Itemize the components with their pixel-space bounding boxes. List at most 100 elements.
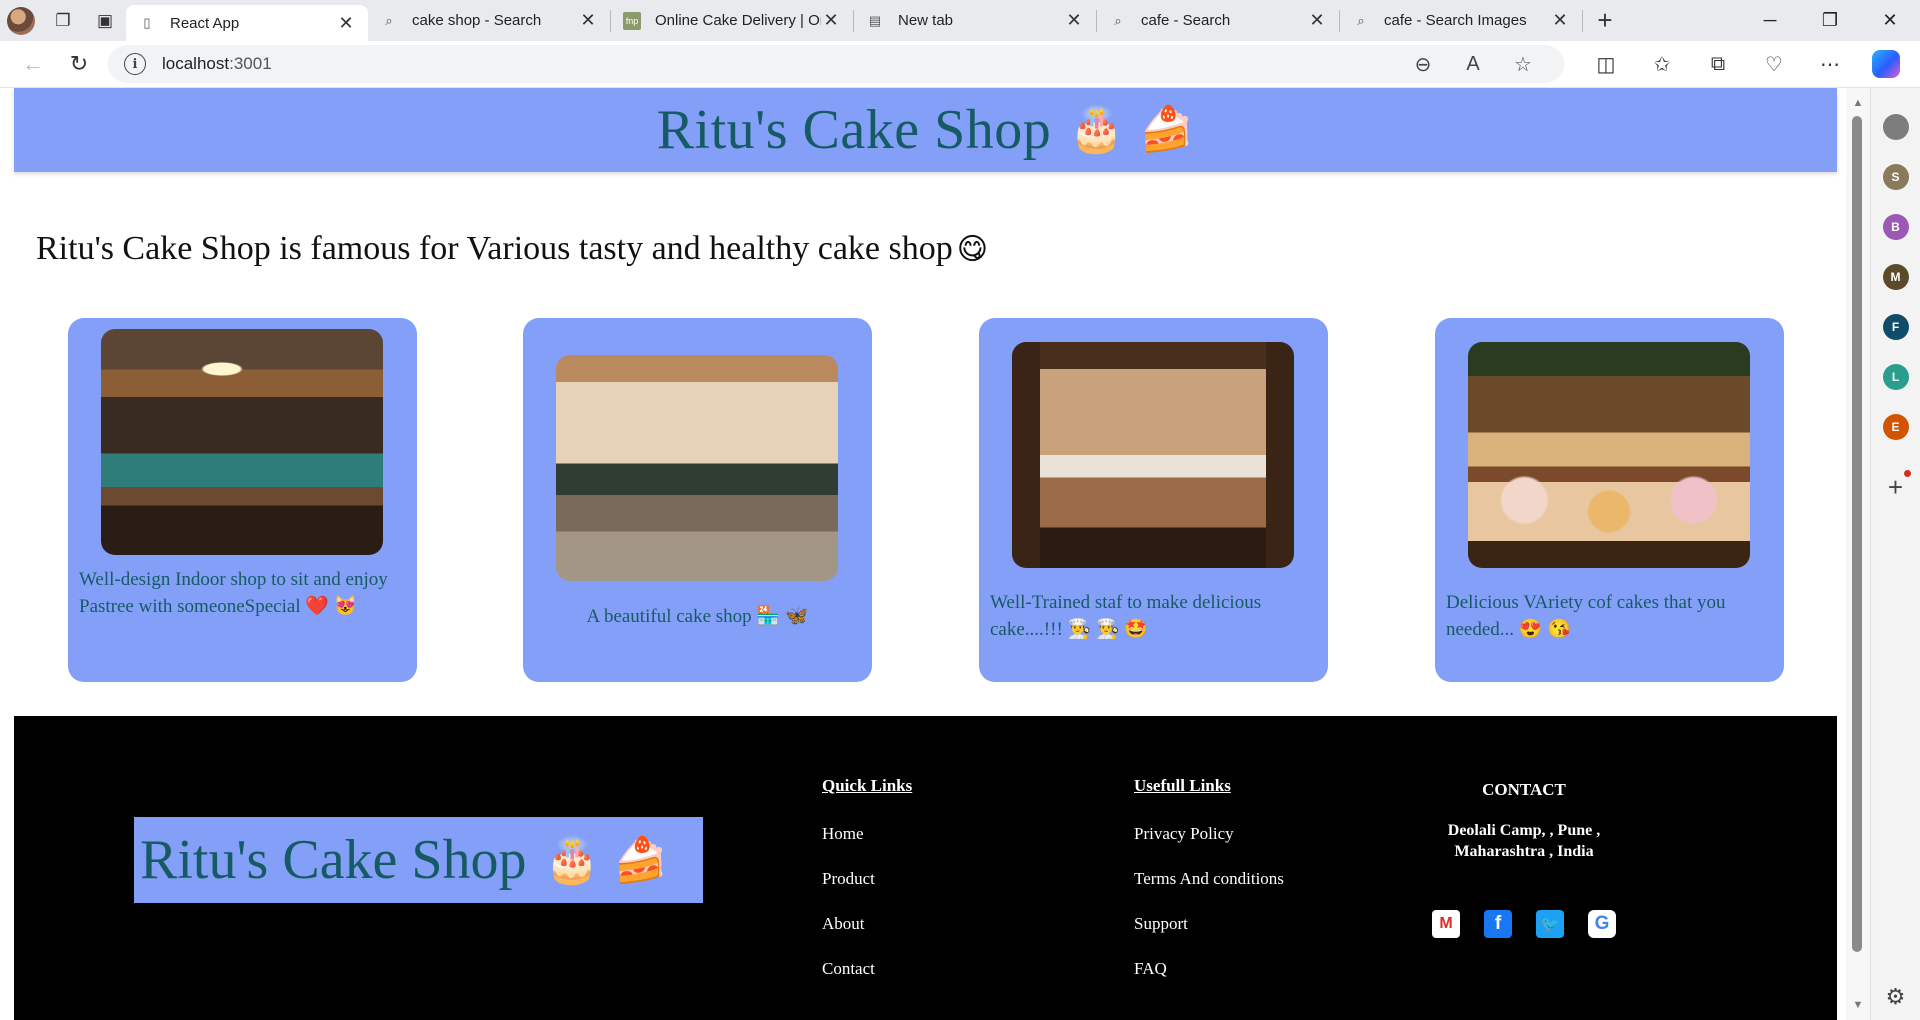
yum-emoji-icon: 😋 — [956, 232, 989, 267]
tab-title: cafe - Search — [1141, 12, 1231, 29]
page-icon: ▯ — [143, 15, 151, 30]
copilot-button[interactable] — [1858, 44, 1914, 84]
search-icon: ⌕ — [385, 12, 393, 28]
tagline: Ritu's Cake Shop is famous for Various t… — [36, 230, 988, 268]
card-caption: Well-Trained staf to make delicious cake… — [990, 592, 1262, 640]
sidebar-settings-icon[interactable]: ⚙ — [1886, 984, 1906, 1010]
site-title-text: Ritu's Cake Shop — [656, 99, 1052, 161]
split-screen-icon[interactable]: ◫ — [1578, 44, 1634, 84]
add-sidebar-app-icon[interactable]: + — [1888, 470, 1912, 503]
footer-link-privacy[interactable]: Privacy Policy — [1134, 824, 1284, 844]
favorites-icon[interactable]: ✩ — [1634, 44, 1690, 84]
more-options-icon[interactable]: ⋯ — [1802, 44, 1858, 84]
newtab-icon: ▤ — [868, 12, 882, 28]
tab-title: New tab — [898, 12, 954, 29]
avatar — [7, 6, 35, 35]
card-caption: Delicious VAriety cof cakes that you nee… — [1446, 592, 1726, 640]
browser-essentials-icon[interactable]: ♡ — [1746, 44, 1802, 84]
footer-link-support[interactable]: Support — [1134, 914, 1284, 934]
window-controls: ─ ❐ ✕ — [1740, 0, 1920, 41]
useful-links-heading[interactable]: Usefull Links — [1134, 776, 1284, 796]
sidebar-profile-2[interactable]: B — [1882, 214, 1909, 240]
quick-links-heading[interactable]: Quick Links — [822, 776, 912, 796]
tab-title: React App — [170, 14, 240, 32]
tab-online-cake-delivery[interactable]: fnp Online Cake Delivery | Or ✕ — [611, 0, 853, 41]
cafe-interior-image — [101, 329, 383, 555]
tab-new-tab[interactable]: ▤ New tab ✕ — [854, 0, 1096, 41]
tab-title: Online Cake Delivery | Or — [655, 12, 821, 29]
close-icon[interactable]: ✕ — [578, 10, 598, 31]
copilot-icon — [1872, 50, 1900, 78]
address-bar[interactable]: i localhost:3001 ⊖ A ☆ — [108, 45, 1564, 83]
tab-cake-shop-search[interactable]: ⌕ cake shop - Search ✕ — [368, 0, 610, 41]
footer-brand: Ritu's Cake Shop 🎂 🍰 — [134, 817, 703, 903]
new-tab-button[interactable]: + — [1583, 0, 1627, 41]
tab-title: cafe - Search Images — [1384, 12, 1527, 29]
cake-display-image — [1468, 342, 1750, 568]
useful-links-column: Usefull Links Privacy Policy Terms And c… — [1134, 776, 1284, 1004]
card-caption: A beautiful cake shop 🏪 🦋 — [586, 606, 809, 627]
contact-column: CONTACT Deolali Camp, , Pune , Maharasht… — [1404, 780, 1644, 938]
close-icon[interactable]: ✕ — [821, 10, 841, 31]
close-icon[interactable]: ✕ — [1550, 10, 1570, 31]
sidebar-profile-1[interactable]: S — [1882, 164, 1909, 190]
tab-react-app[interactable]: ▯ React App ✕ — [126, 5, 368, 41]
zoom-out-icon[interactable]: ⊖ — [1398, 45, 1448, 83]
cake-emoji-icons: 🎂 🍰 — [544, 835, 669, 886]
browser-tab-bar: ❐ ▣ ▯ React App ✕ ⌕ cake shop - Search ✕… — [0, 0, 1920, 41]
sidebar-profile-6[interactable]: E — [1882, 414, 1909, 440]
contact-heading: CONTACT — [1482, 780, 1566, 799]
workspaces-icon[interactable]: ❐ — [42, 0, 84, 41]
scroll-down-arrow[interactable]: ▼ — [1846, 994, 1870, 1016]
profile-button[interactable] — [0, 0, 42, 41]
scroll-up-arrow[interactable]: ▲ — [1846, 92, 1870, 114]
sidebar-profile-4[interactable]: F — [1882, 314, 1909, 340]
back-button[interactable]: ← — [10, 44, 56, 84]
fnp-favicon: fnp — [623, 11, 641, 30]
url-host: localhost — [162, 54, 230, 73]
footer-link-contact[interactable]: Contact — [822, 959, 912, 979]
card-beautiful-shop: A beautiful cake shop 🏪 🦋 — [523, 318, 872, 682]
site-title: Ritu's Cake Shop 🎂 🍰 — [657, 98, 1195, 162]
google-icon[interactable]: G — [1588, 910, 1616, 938]
refresh-button[interactable]: ↻ — [56, 44, 102, 84]
search-icon: ⌕ — [1114, 12, 1122, 28]
scrollbar-thumb[interactable] — [1852, 116, 1862, 952]
close-window-button[interactable]: ✕ — [1860, 0, 1920, 41]
url-text[interactable]: localhost:3001 — [162, 54, 1398, 74]
tab-cafe-search-images[interactable]: ⌕ cafe - Search Images ✕ — [1340, 0, 1582, 41]
footer-link-about[interactable]: About — [822, 914, 912, 934]
read-aloud-icon[interactable]: A — [1448, 45, 1498, 83]
sidebar-profile-3[interactable]: M — [1882, 264, 1909, 290]
browser-sidebar: S B M F L E + ⚙ — [1870, 88, 1920, 1020]
quick-links-column: Quick Links Home Product About Contact — [822, 776, 912, 1004]
close-icon[interactable]: ✕ — [336, 13, 356, 34]
site-footer: Ritu's Cake Shop 🎂 🍰 Quick Links Home Pro… — [14, 716, 1837, 1020]
sidebar-profile-5[interactable]: L — [1882, 364, 1909, 390]
tab-actions-icon[interactable]: ▣ — [84, 0, 126, 41]
minimize-button[interactable]: ─ — [1740, 0, 1800, 41]
close-icon[interactable]: ✕ — [1064, 10, 1084, 31]
close-icon[interactable]: ✕ — [1307, 10, 1327, 31]
facebook-icon[interactable]: f — [1484, 910, 1512, 938]
footer-link-product[interactable]: Product — [822, 869, 912, 889]
card-caption: Well-design Indoor shop to sit and enjoy… — [79, 569, 388, 617]
restore-button[interactable]: ❐ — [1800, 0, 1860, 41]
sidebar-profile-0[interactable] — [1882, 114, 1909, 140]
tab-cafe-search[interactable]: ⌕ cafe - Search ✕ — [1097, 0, 1339, 41]
footer-link-home[interactable]: Home — [822, 824, 912, 844]
shop-street-image — [556, 355, 838, 581]
footer-brand-title: Ritu's Cake Shop — [140, 829, 527, 891]
site-info-icon[interactable]: i — [124, 53, 146, 75]
collections-icon[interactable]: ⧉ — [1690, 44, 1746, 84]
footer-link-terms[interactable]: Terms And conditions — [1134, 869, 1284, 889]
gmail-icon[interactable]: M — [1432, 910, 1460, 938]
footer-link-faq[interactable]: FAQ — [1134, 959, 1284, 979]
social-icons: M f 🐦 G — [1404, 910, 1644, 938]
card-indoor-shop: Well-design Indoor shop to sit and enjoy… — [68, 318, 417, 682]
notification-dot — [1904, 470, 1912, 477]
twitter-icon[interactable]: 🐦 — [1536, 910, 1564, 938]
favorite-star-icon[interactable]: ☆ — [1498, 45, 1548, 83]
page-scrollbar[interactable]: ▲ ▼ — [1846, 88, 1870, 1020]
card-trained-staff: Well-Trained staf to make delicious cake… — [979, 318, 1328, 682]
